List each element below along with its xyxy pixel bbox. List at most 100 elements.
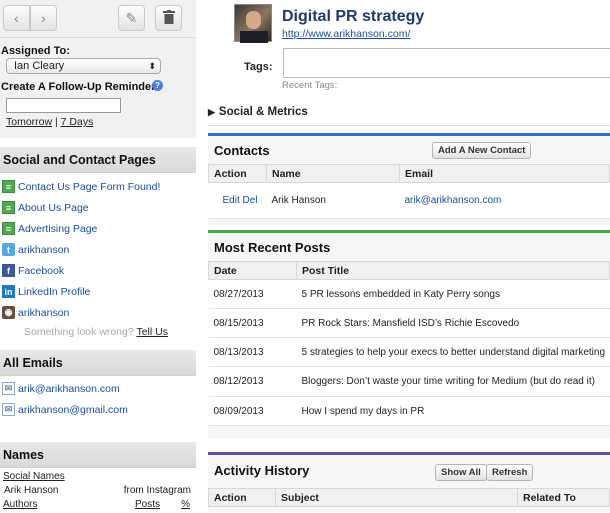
page-icon: ≡ [2,222,15,235]
social-names-heading: Social Names [3,471,193,485]
twitter-icon: t [2,243,15,256]
posts-title: Most Recent Posts [214,240,331,255]
emails-title: All Emails [0,350,196,376]
social-item-twitter[interactable]: t arikhanson [0,239,196,260]
page-icon: ≡ [2,180,15,193]
emails-panel: All Emails ✉ arik@arikhanson.com ✉ arikhan… [0,350,196,420]
email-item[interactable]: ✉ arik@arikhanson.com [0,378,196,399]
contact-email-link[interactable]: arik@arikhanson.com [405,195,502,206]
email-item-label: arikhanson@gmail.com [18,403,128,416]
tags-input[interactable] [283,48,610,78]
activity-header-row: Action Subject Related To [208,488,610,507]
column-header[interactable]: Date [208,261,297,280]
post-link[interactable]: PR Rock Stars: Mansfield ISD’s Richie Es… [302,318,520,329]
name-row: Arik Hanson from Instagram [3,485,193,499]
show-all-button[interactable]: Show All [435,464,487,481]
post-link[interactable]: 5 strategies to help your execs to bette… [302,347,606,358]
edit-button[interactable]: ✎ [118,5,145,31]
row-actions: Edit Del [208,182,267,219]
nav-toolbar: ‹ › ✎ [0,0,196,38]
posts-table: Date Post Title 08/27/2013 5 PR lessons e… [208,261,610,426]
avatar-shoulders [240,31,268,43]
contacts-table: Action Name Email Edit Del Arik Hanson a… [208,164,610,219]
social-item-label: arikhanson [18,243,70,256]
delete-link[interactable]: Del [243,195,258,206]
page-icon: ≡ [2,201,15,214]
contact-name: Arik Hanson [266,182,400,219]
post-title-cell: Bloggers: Don’t waste your time writing … [296,366,610,397]
recent-tags-label: Recent Tags: [282,80,338,91]
authors-header: Authors Posts % [3,499,193,513]
activity-section: Activity History Show All Refresh Action… [208,452,610,512]
email-item[interactable]: ✉ arikhanson@gmail.com [0,399,196,420]
column-header[interactable]: Action [208,164,267,183]
table-row: 08/12/2013 Bloggers: Don’t waste your tim… [208,366,610,397]
seven-days-link[interactable]: 7 Days [61,116,94,128]
edit-link[interactable]: Edit [223,195,240,206]
column-header[interactable]: Post Title [296,261,610,280]
tell-us-link[interactable]: Tell Us [136,326,168,338]
forward-button[interactable]: › [30,5,57,31]
avatar [234,4,272,43]
posts-column[interactable]: Posts [135,499,160,510]
social-metrics-toggle[interactable]: ▶ Social & Metrics [208,102,610,126]
column-header[interactable]: Action [208,488,276,507]
envelope-icon: ✉ [2,403,15,416]
trash-icon [162,9,175,27]
table-row: 08/09/2013 How I spend my days in PR [208,396,610,426]
post-date: 08/15/2013 [208,308,297,338]
add-contact-button[interactable]: Add A New Contact [432,142,532,159]
social-item-linkedin[interactable]: in LinkedIn Profile [0,281,196,302]
post-link[interactable]: 5 PR lessons embedded in Katy Perry song… [302,289,500,300]
names-panel: Names Social Names Arik Hanson from Inst… [0,442,196,513]
link-separator: | [55,116,58,128]
pencil-icon: ✎ [125,9,138,26]
percent-column[interactable]: % [181,499,190,510]
activity-header: Activity History Show All Refresh [208,455,610,488]
tomorrow-link[interactable]: Tomorrow [6,116,52,128]
column-header[interactable]: Name [266,164,400,183]
social-pages-title: Social and Contact Pages [0,147,196,173]
column-header[interactable]: Related To [517,488,610,507]
select-arrows-icon: ⬍ [148,61,156,71]
social-item-about[interactable]: ≡ About Us Page [0,197,196,218]
assignment-panel: Assigned To: Ian Cleary ⬍ Create A Follo… [0,38,196,138]
social-item-advertising[interactable]: ≡ Advertising Page [0,218,196,239]
assignee-select[interactable]: Ian Cleary ⬍ [6,58,161,74]
social-item-label: Facebook [18,264,65,277]
post-title-cell: How I spend my days in PR [296,396,610,426]
social-item-label: Contact Us Page Form Found! [18,180,161,193]
social-item-contact[interactable]: ≡ Contact Us Page Form Found! [0,176,196,197]
back-button[interactable]: ‹ [3,5,30,31]
contacts-header: Contacts Add A New Contact [208,136,610,164]
posts-section: Most Recent Posts Date Post Title 08/27/… [208,230,610,438]
reminder-quick-links: Tomorrow | 7 Days [6,116,93,128]
chevron-right-icon: › [41,10,46,26]
social-pages-panel: Social and Contact Pages ≡ Contact Us Pag… [0,147,196,341]
social-item-instagram[interactable]: ◉ arikhanson [0,302,196,323]
avatar-face [246,11,261,29]
delete-button[interactable] [155,5,182,31]
name-source: from Instagram [123,485,191,496]
social-metrics-label: Social & Metrics [218,106,308,118]
authors-column[interactable]: Authors [3,499,37,510]
website-link[interactable]: http://www.arikhanson.com/ [282,28,410,40]
table-row: 08/15/2013 PR Rock Stars: Mansfield ISD’s… [208,308,610,338]
post-link[interactable]: How I spend my days in PR [302,406,425,417]
social-item-facebook[interactable]: f Facebook [0,260,196,281]
column-header[interactable]: Email [399,164,610,183]
post-link[interactable]: Bloggers: Don’t waste your time writing … [302,376,595,387]
column-header[interactable]: Subject [275,488,518,507]
envelope-icon: ✉ [2,382,15,395]
facebook-icon: f [2,264,15,277]
post-title-cell: PR Rock Stars: Mansfield ISD’s Richie Es… [296,308,610,338]
help-icon[interactable]: ? [152,80,163,91]
activity-title: Activity History [214,463,310,478]
chevron-left-icon: ‹ [14,10,19,26]
tags-label: Tags: [244,61,273,73]
social-names-label: Social Names [3,471,65,482]
reminder-date-input[interactable] [6,98,121,113]
refresh-button[interactable]: Refresh [486,464,534,481]
table-row: 08/27/2013 5 PR lessons embedded in Katy … [208,279,610,309]
feedback-text: Something look wrong? [24,326,134,338]
